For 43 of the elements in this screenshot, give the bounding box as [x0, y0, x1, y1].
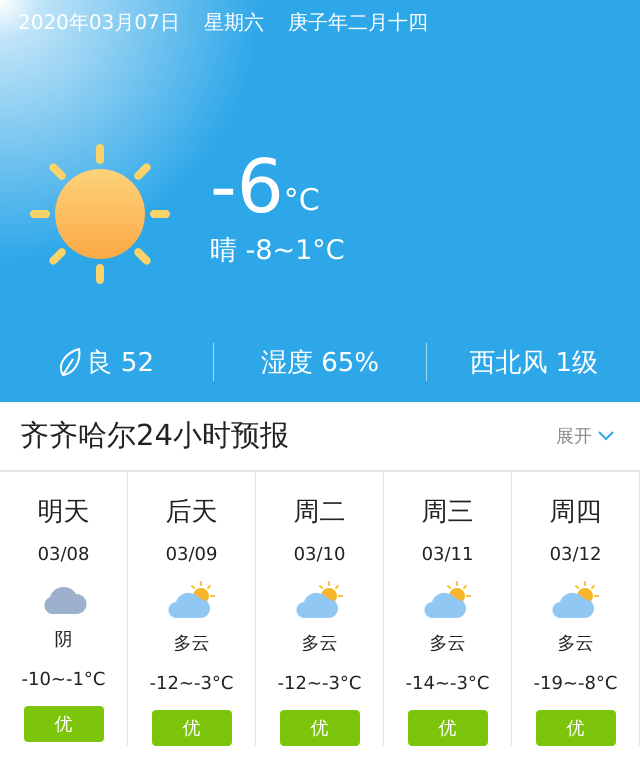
weather-condition: 多云 — [558, 632, 594, 655]
forecast-title: 齐齐哈尔24小时预报 — [20, 417, 289, 454]
day-name: 明天 — [38, 496, 90, 529]
temperature-range: -12~-3°C — [278, 673, 362, 694]
day-name: 周二 — [294, 496, 346, 529]
day-name: 周三 — [422, 496, 474, 529]
date: 2020年03月07日 — [18, 9, 180, 36]
weekday: 星期六 — [204, 9, 264, 36]
sun-behind-cloud-icon — [424, 581, 472, 619]
chevron-down-icon — [598, 431, 614, 441]
temperature-range: -14~-3°C — [406, 673, 490, 694]
day-date: 03/10 — [294, 544, 346, 565]
current-temperature: -6 — [210, 150, 284, 224]
air-quality-badge: 优 — [280, 710, 360, 746]
day-date: 03/09 — [166, 544, 218, 565]
weather-condition: 阴 — [54, 628, 72, 651]
weather-stat: 湿度 65% — [260, 346, 380, 380]
day-date: 03/12 — [550, 544, 602, 565]
air-quality-badge: 优 — [408, 710, 488, 746]
day-name: 周四 — [550, 496, 602, 529]
leaf-icon — [58, 347, 81, 377]
expand-toggle[interactable]: 展开 — [556, 424, 614, 448]
air-quality-badge: 优 — [536, 710, 616, 746]
temperature-range: -12~-3°C — [150, 673, 234, 694]
temperature-unit: °C — [284, 183, 320, 218]
sun-behind-cloud-icon — [552, 581, 600, 619]
lunar-date: 庚子年二月十四 — [288, 9, 428, 36]
sun-behind-cloud-icon — [168, 581, 216, 619]
weather-condition: 多云 — [430, 632, 466, 655]
day-date: 03/08 — [38, 544, 90, 565]
weather-condition: 多云 — [302, 632, 338, 655]
temperature-range: -19~-8°C — [534, 673, 618, 694]
day-date: 03/11 — [422, 544, 474, 565]
sun-behind-cloud-icon — [296, 581, 344, 619]
air-quality: 良 52 — [86, 346, 154, 380]
weather-summary: 晴 -8~1°C — [210, 234, 345, 268]
weather-stat: 西北风 1级 — [469, 346, 598, 380]
weather-condition: 多云 — [174, 632, 210, 655]
day-name: 后天 — [166, 496, 218, 529]
air-quality-badge: 优 — [152, 710, 232, 746]
sun-icon — [30, 144, 170, 284]
air-quality-badge: 优 — [24, 706, 104, 742]
temperature-range: -10~-1°C — [22, 669, 106, 690]
